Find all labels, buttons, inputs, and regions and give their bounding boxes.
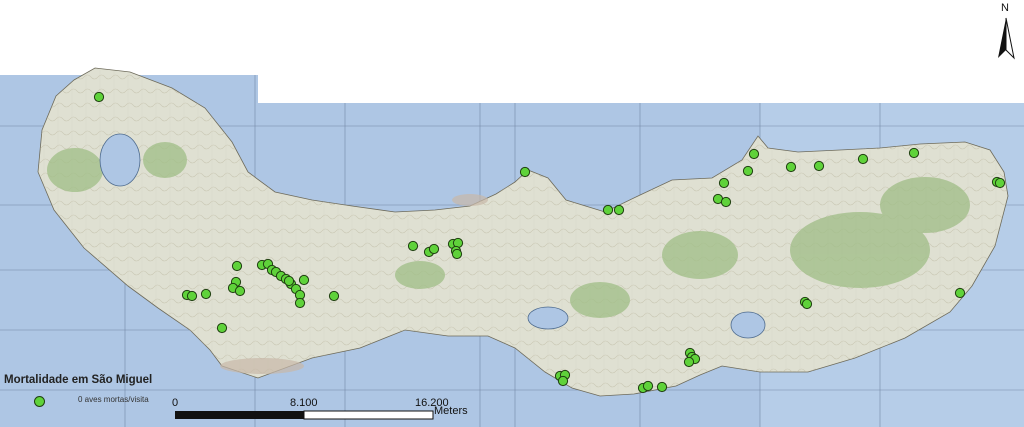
- furnas-lake: [730, 311, 766, 339]
- observation-point-marker[interactable]: [328, 290, 340, 302]
- scale-label-8100: 8.100: [290, 397, 318, 409]
- green-circle-icon: [34, 396, 45, 407]
- legend-title: Mortalidade em São Miguel: [4, 374, 153, 386]
- scale-bar-segment-2: [303, 410, 434, 420]
- observation-point-marker[interactable]: [994, 177, 1006, 189]
- scale-unit-label: Meters: [434, 405, 468, 417]
- observation-point-marker[interactable]: [813, 160, 825, 172]
- observation-point-marker[interactable]: [613, 204, 625, 216]
- observation-point-marker[interactable]: [283, 275, 295, 287]
- sete-cidades-lake: [99, 133, 141, 187]
- observation-point-marker[interactable]: [785, 161, 797, 173]
- observation-point-marker[interactable]: [683, 356, 695, 368]
- observation-point-marker[interactable]: [742, 165, 754, 177]
- observation-point-marker[interactable]: [720, 196, 732, 208]
- fogo-lake: [527, 306, 569, 330]
- legend-item-label: 0 aves mortas/visita: [78, 395, 149, 404]
- observation-point-marker[interactable]: [602, 204, 614, 216]
- observation-point-marker[interactable]: [200, 288, 212, 300]
- observation-point-marker[interactable]: [428, 243, 440, 255]
- observation-point-marker[interactable]: [908, 147, 920, 159]
- observation-point-marker[interactable]: [557, 375, 569, 387]
- observation-point-marker[interactable]: [857, 153, 869, 165]
- scale-label-0: 0: [172, 397, 179, 409]
- observation-point-marker[interactable]: [298, 274, 310, 286]
- observation-point-marker[interactable]: [642, 380, 654, 392]
- observation-point-marker[interactable]: [954, 287, 966, 299]
- observation-point-marker[interactable]: [718, 177, 730, 189]
- observation-point-marker[interactable]: [519, 166, 531, 178]
- observation-point-marker[interactable]: [93, 91, 105, 103]
- observation-point-marker[interactable]: [216, 322, 228, 334]
- map-container[interactable]: Mortalidade em São Miguel 0 aves mortas/…: [0, 0, 1024, 427]
- north-label: N: [1001, 2, 1009, 14]
- observation-point-marker[interactable]: [451, 248, 463, 260]
- north-arrow-icon: [998, 17, 1015, 60]
- map-canvas[interactable]: [0, 0, 1024, 427]
- observation-point-marker[interactable]: [294, 297, 306, 309]
- observation-point-marker[interactable]: [186, 290, 198, 302]
- scale-bar-segment-1: [175, 411, 304, 419]
- scale-bar: [175, 410, 434, 420]
- observation-point-marker[interactable]: [656, 381, 668, 393]
- observation-point-marker[interactable]: [748, 148, 760, 160]
- observation-point-marker[interactable]: [234, 285, 246, 297]
- observation-point-marker[interactable]: [231, 260, 243, 272]
- observation-point-marker[interactable]: [801, 298, 813, 310]
- observation-point-marker[interactable]: [407, 240, 419, 252]
